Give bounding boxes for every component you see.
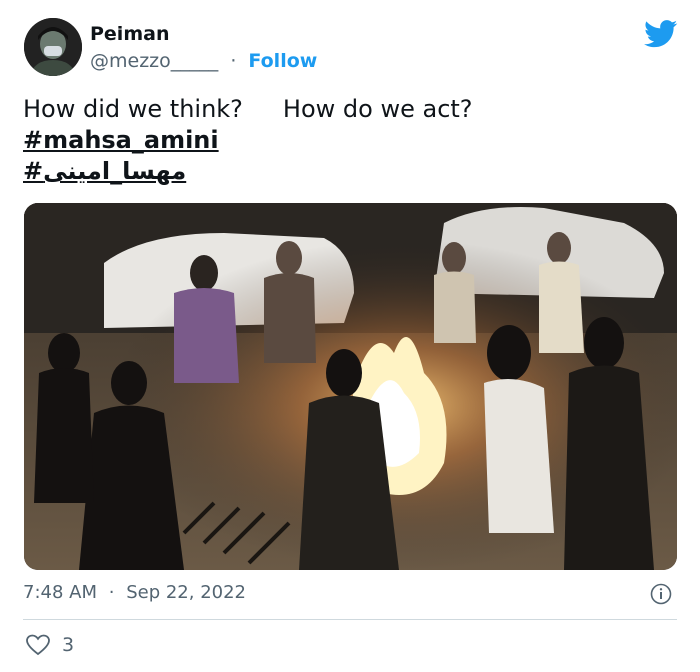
like-count: 3 — [62, 634, 75, 656]
tweet-text-part1: How did we think? — [23, 95, 243, 123]
follow-button[interactable]: Follow — [248, 50, 317, 72]
user-name[interactable]: Peiman — [90, 23, 169, 45]
separator-dot: · — [230, 50, 237, 72]
tweet-text: How did we think? How do we act? — [23, 95, 473, 123]
user-handle[interactable]: @mezzo_____ — [90, 50, 218, 72]
divider — [23, 619, 677, 620]
tweet-time: 7:48 AM — [23, 582, 97, 603]
tweet-photo[interactable] — [24, 203, 677, 570]
tweet-timestamp[interactable]: 7:48 AM · Sep 22, 2022 — [23, 582, 246, 603]
hashtag-link[interactable]: #mahsa_amini — [23, 126, 219, 154]
handle-row: @mezzo_____ · Follow — [90, 50, 317, 72]
twitter-bird-icon[interactable] — [644, 20, 678, 48]
tweet-card: Peiman @mezzo_____ · Follow How did we t… — [0, 0, 700, 672]
hashtag-link-persian[interactable]: #مهسا_امینی — [23, 157, 186, 185]
heart-icon[interactable] — [26, 634, 50, 656]
avatar[interactable] — [24, 18, 82, 76]
tweet-date: Sep 22, 2022 — [126, 582, 247, 603]
separator-dot: · — [108, 582, 115, 603]
info-icon[interactable] — [650, 583, 672, 605]
tweet-text-part2: How do we act? — [282, 95, 473, 123]
